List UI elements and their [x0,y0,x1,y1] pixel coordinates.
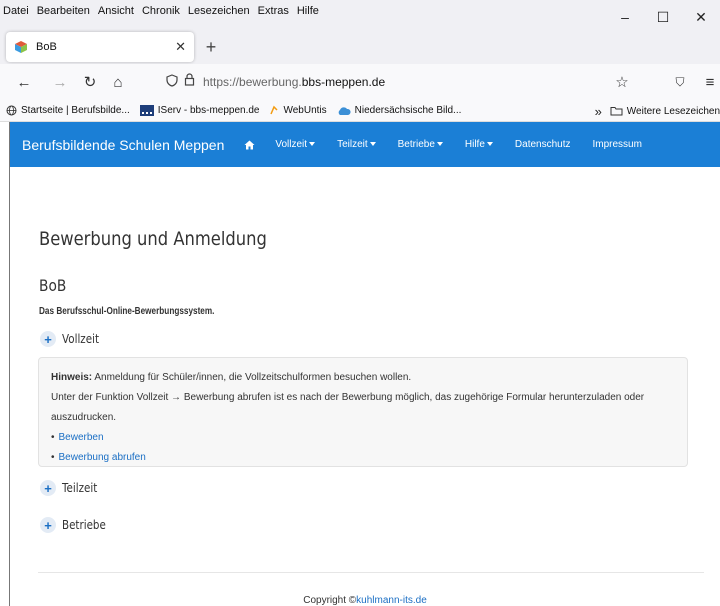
pocket-icon[interactable]: ⛉ [670,72,690,92]
tab-close-icon[interactable]: ✕ [175,39,186,55]
globe-icon [6,105,17,116]
bewerbung-abrufen-link[interactable]: Bewerbung abrufen [59,452,146,463]
bookmark-webuntis[interactable]: WebUntis [269,105,327,116]
lock-icon[interactable] [184,73,195,91]
window-controls: – ☐ ✕ [606,8,720,26]
accordion-label[interactable]: Teilzeit [62,481,97,495]
menu-icon[interactable]: ≡ [700,72,720,92]
caret-down-icon [486,142,493,147]
menu-datei[interactable]: Datei [0,0,33,17]
bookmark-star-icon[interactable]: ☆ [612,72,632,92]
accordion-betriebe[interactable]: + Betriebe [40,517,113,533]
minimize-button[interactable]: – [606,8,644,26]
menu-extras[interactable]: Extras [254,0,293,17]
folder-icon [610,106,623,116]
tab-bar: BoB ✕ + [0,28,720,64]
reload-button[interactable]: ↻ [80,72,100,92]
nav-impressum[interactable]: Impressum [593,139,642,150]
hint-line: Hinweis: Anmeldung für Schüler/innen, di… [51,372,412,383]
url-text[interactable]: https://bewerbung.bbs-meppen.de [203,75,385,89]
list-item: • Bewerbung abrufen [51,452,146,463]
content-left-border [9,122,10,606]
list-item: • Bewerben [51,432,104,443]
footer-divider [38,572,704,573]
page-title: Bewerbung und Anmeldung [39,228,267,250]
plus-icon[interactable]: + [40,480,56,496]
footer-link[interactable]: kuhlmann-its.de [356,595,427,606]
navigation-bar: ← → ↻ ⌂ https://bewerbung.bbs-meppen.de … [0,64,720,100]
accordion-teilzeit[interactable]: + Teilzeit [40,480,103,496]
nav-betriebe[interactable]: Betriebe [398,139,443,150]
bewerben-link[interactable]: Bewerben [59,432,104,443]
section-heading: BoB [39,276,67,295]
info-text-cont: auszudrucken. [51,412,117,423]
menu-ansicht[interactable]: Ansicht [94,0,138,17]
shield-icon[interactable] [166,74,178,90]
menu-lesezeichen[interactable]: Lesezeichen [184,0,254,17]
accordion-vollzeit[interactable]: + Vollzeit [40,331,105,347]
webuntis-icon [269,105,279,116]
bookmarks-overflow-icon[interactable]: » [595,104,602,119]
caret-down-icon [436,142,443,147]
forward-button[interactable]: → [50,72,70,92]
menu-hilfe[interactable]: Hilfe [293,0,323,17]
bookmark-startseite[interactable]: Startseite | Berufsbilde... [6,105,130,116]
back-button[interactable]: ← [14,72,34,92]
site-navbar: Berufsbildende Schulen Meppen Vollzeit T… [10,122,720,167]
menu-bar: Datei Bearbeiten Ansicht Chronik Lesezei… [0,0,720,28]
nav-teilzeit[interactable]: Teilzeit [337,139,376,150]
plus-icon[interactable]: + [40,331,56,347]
bookmark-other-folder[interactable]: Weitere Lesezeichen [610,106,720,117]
cube-favicon-icon [14,40,28,54]
menu-bearbeiten[interactable]: Bearbeiten [33,0,94,17]
new-tab-button[interactable]: + [200,36,222,58]
nav-datenschutz[interactable]: Datenschutz [515,139,571,150]
accordion-label[interactable]: Vollzeit [62,332,99,346]
nav-vollzeit[interactable]: Vollzeit [275,139,316,150]
iserv-icon [139,105,154,116]
tab-title: BoB [36,41,57,53]
nav-hilfe[interactable]: Hilfe [465,139,493,150]
vollzeit-panel: Hinweis: Anmeldung für Schüler/innen, di… [38,357,688,467]
accordion-label[interactable]: Betriebe [62,518,106,532]
maximize-button[interactable]: ☐ [644,8,682,26]
home-icon[interactable] [244,140,255,150]
site-brand[interactable]: Berufsbildende Schulen Meppen [22,137,224,153]
page-subtitle: Das Berufsschul-Online-Bewerbungssystem. [39,306,215,317]
caret-down-icon [309,142,316,147]
info-text: Unter der Funktion Vollzeit → Bewerbung … [51,392,645,403]
cloud-icon [337,106,351,116]
close-window-button[interactable]: ✕ [682,8,720,26]
bookmark-iserv[interactable]: IServ - bbs-meppen.de [139,105,259,116]
bookmarks-toolbar: Startseite | Berufsbilde... IServ - bbs-… [0,100,720,122]
menu-chronik[interactable]: Chronik [138,0,184,17]
caret-down-icon [369,142,376,147]
footer: Copyright ©kuhlmann-its.de [303,595,427,606]
url-bar[interactable]: https://bewerbung.bbs-meppen.de [160,70,660,94]
bookmark-niedersachsen[interactable]: Niedersächsische Bild... [337,105,461,116]
tab-bob[interactable]: BoB ✕ [6,32,194,62]
plus-icon[interactable]: + [40,517,56,533]
home-button[interactable]: ⌂ [108,72,128,92]
